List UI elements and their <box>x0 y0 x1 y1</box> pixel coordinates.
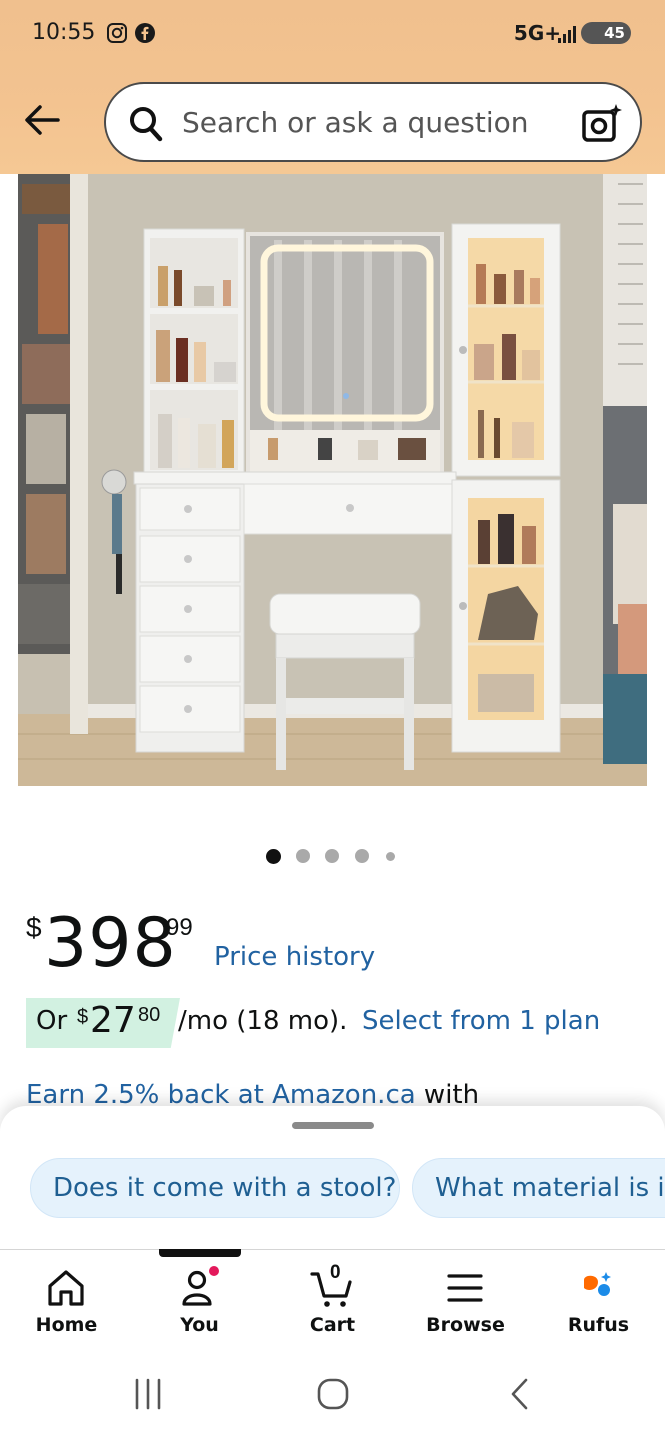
instagram-icon <box>107 23 127 43</box>
bottom-tab-bar: Home You 0 Cart Browse Rufus <box>0 1249 665 1349</box>
installment-or: Or <box>36 1006 68 1036</box>
tab-label: Rufus <box>567 1314 630 1336</box>
tab-label: Home <box>35 1314 98 1336</box>
search-input[interactable]: Search or ask a question <box>182 106 529 139</box>
cart-count: 0 <box>330 1262 341 1283</box>
vanity-photo <box>18 174 647 786</box>
app-header: 10:55 5G+ 45 Search or ask a question <box>0 0 665 174</box>
rufus-icon <box>584 1272 611 1296</box>
system-navigation-bar <box>0 1350 665 1440</box>
carousel-indicator[interactable] <box>0 846 665 866</box>
price-history-link[interactable]: Price history <box>214 942 375 972</box>
installment-currency: $ <box>77 1006 89 1028</box>
rufus-suggestions-sheet: Does it come with a stool? What material… <box>0 1106 665 1251</box>
carousel-dot[interactable] <box>355 849 369 863</box>
price-fraction: 99 <box>166 914 193 941</box>
battery-level: 45 <box>604 24 625 42</box>
tab-cart[interactable]: 0 Cart <box>266 1250 399 1350</box>
installment-plan: Or $ 27 80 /mo (18 mo). Select from 1 pl… <box>26 998 665 1048</box>
search-bar[interactable]: Search or ask a question <box>104 82 642 162</box>
suggestion-chip[interactable]: Does it come with a stool? <box>30 1158 400 1218</box>
status-bar: 10:55 5G+ 45 <box>0 0 665 68</box>
tab-you[interactable]: You <box>133 1250 266 1350</box>
arrow-left-icon[interactable] <box>20 98 64 142</box>
installment-whole: 27 <box>90 1000 136 1041</box>
tab-label: Cart <box>309 1314 356 1336</box>
select-plan-link[interactable]: Select from 1 plan <box>362 1006 600 1036</box>
sheet-drag-handle[interactable] <box>292 1122 374 1129</box>
back-chevron-icon[interactable] <box>500 1374 540 1414</box>
facebook-icon <box>135 23 155 43</box>
installment-fraction: 80 <box>138 1004 161 1026</box>
carousel-dot-active[interactable] <box>266 849 281 864</box>
recents-icon[interactable] <box>128 1374 168 1414</box>
menu-icon <box>447 1274 483 1302</box>
camera-lens-icon[interactable] <box>580 102 624 146</box>
price-whole: 398 <box>44 904 177 983</box>
tab-home[interactable]: Home <box>0 1250 133 1350</box>
carousel-dot[interactable] <box>386 852 395 861</box>
price-currency: $ <box>26 912 42 943</box>
product-image[interactable] <box>18 174 647 786</box>
active-tab-indicator <box>159 1249 241 1257</box>
installment-term: /mo (18 mo). <box>178 1006 348 1036</box>
search-icon <box>130 107 163 142</box>
person-icon <box>182 1266 219 1306</box>
tab-label: Browse <box>426 1314 505 1336</box>
tab-browse[interactable]: Browse <box>399 1250 532 1350</box>
home-icon <box>48 1270 84 1306</box>
tab-rufus[interactable]: Rufus <box>532 1250 665 1350</box>
suggestion-chip[interactable]: What material is it <box>412 1158 665 1218</box>
home-circle-icon[interactable] <box>313 1374 353 1414</box>
tab-label: You <box>180 1314 219 1336</box>
carousel-dot[interactable] <box>325 849 339 863</box>
network-type: 5G+ <box>513 21 561 45</box>
battery-icon: 45 <box>581 22 631 44</box>
carousel-dot[interactable] <box>296 849 310 863</box>
signal-icon <box>558 26 576 43</box>
status-time: 10:55 <box>32 20 96 45</box>
